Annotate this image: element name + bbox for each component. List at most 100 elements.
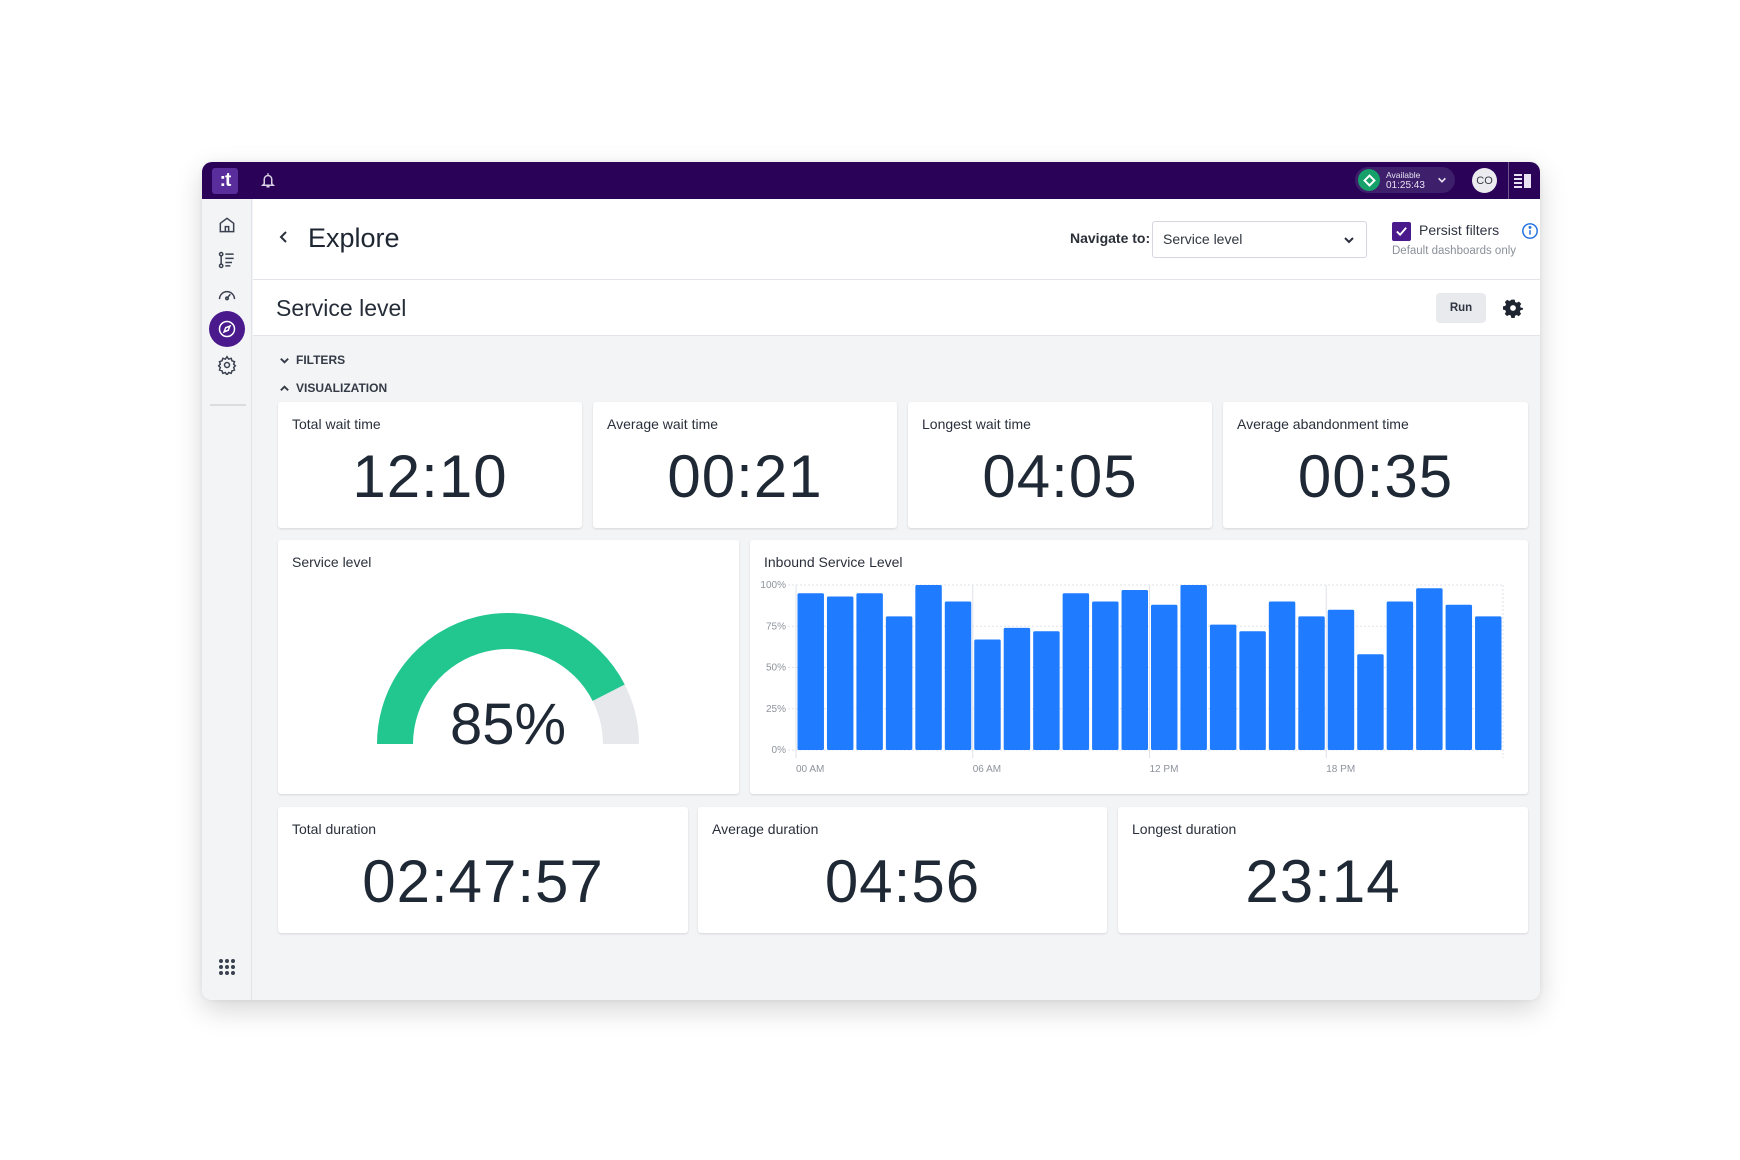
metric-value: 00:21	[667, 443, 823, 510]
bar[interactable]	[856, 593, 883, 750]
bar-chart: 0% 25% 50% 75% 100% 00 AM 06 AM 12 PM 18 PM	[760, 580, 1504, 775]
bar[interactable]	[1092, 601, 1119, 751]
back-arrow-icon[interactable]	[276, 229, 292, 245]
avatar[interactable]: CO	[1472, 168, 1497, 193]
bar[interactable]	[974, 639, 1001, 750]
app-window: :t Available 01:25:43 CO Explore Navigat…	[202, 162, 1540, 1000]
bar[interactable]	[1151, 604, 1178, 750]
metric-card-average-duration: Average duration 04:56	[698, 807, 1107, 933]
bar[interactable]	[1357, 654, 1384, 750]
filters-toggle[interactable]: FILTERS	[279, 353, 345, 367]
report-content: FILTERS VISUALIZATION Total wait time 12…	[253, 336, 1540, 1000]
metric-card-total-duration: Total duration 02:47:57	[278, 807, 688, 933]
divider	[1508, 162, 1509, 199]
gear-icon	[217, 355, 237, 375]
persist-filters-label: Persist filters	[1419, 222, 1500, 238]
bar[interactable]	[1062, 593, 1090, 750]
y-tick-label: 100%	[760, 580, 786, 591]
report-title: Service level	[276, 295, 407, 321]
bar-chart-card: Inbound Service Level 0% 25% 50% 75% 100% 00 …	[750, 540, 1528, 794]
bar[interactable]	[1386, 601, 1414, 751]
run-button[interactable]: Run	[1436, 293, 1486, 323]
bar[interactable]	[1033, 631, 1060, 750]
gauge-icon	[218, 290, 236, 301]
visualization-label: VISUALIZATION	[296, 381, 388, 395]
chevron-down-icon	[280, 357, 289, 364]
metric-card-total-wait: Total wait time 12:10	[278, 402, 582, 528]
gauge-value: 85%	[450, 692, 566, 757]
bar[interactable]	[1239, 631, 1266, 750]
status-label: Available	[1386, 169, 1421, 180]
x-tick-label: 12 PM	[1150, 764, 1179, 775]
gauge-card: Service level 85%	[278, 540, 739, 794]
bar[interactable]	[1268, 601, 1296, 751]
bar[interactable]	[1121, 589, 1148, 750]
x-tick-label: 18 PM	[1326, 764, 1355, 775]
metric-label: Longest wait time	[922, 416, 1031, 432]
metric-value: 00:35	[1297, 443, 1454, 510]
sidebar-item-dashboard[interactable]	[209, 277, 245, 313]
page-header: Explore Navigate to: Service level Persi…	[253, 199, 1540, 280]
bar[interactable]	[885, 616, 913, 750]
metric-label: Total wait time	[292, 416, 381, 432]
metric-card-average-wait: Average wait time 00:21	[593, 402, 897, 528]
persist-filters-hint: Default dashboards only	[1392, 245, 1517, 257]
info-icon[interactable]	[1521, 222, 1539, 240]
bar[interactable]	[1298, 616, 1325, 750]
bar[interactable]	[1327, 609, 1355, 750]
status-indicator-icon	[1358, 169, 1380, 191]
x-tick-label: 06 AM	[973, 764, 1001, 775]
metric-label: Longest duration	[1132, 821, 1237, 837]
navigate-select[interactable]: Service level	[1152, 221, 1367, 258]
sidebar-item-settings[interactable]	[209, 347, 245, 383]
list-icon	[218, 251, 234, 269]
bar[interactable]	[1180, 585, 1207, 750]
bar[interactable]	[1445, 604, 1473, 750]
bar[interactable]	[944, 601, 972, 751]
y-tick-label: 50%	[766, 663, 786, 674]
chevron-up-icon	[280, 384, 289, 391]
bar[interactable]	[797, 593, 824, 750]
sidebar-item-queues[interactable]	[209, 242, 245, 278]
visualization-toggle[interactable]: VISUALIZATION	[279, 381, 387, 395]
bar[interactable]	[1003, 627, 1031, 750]
gear-icon[interactable]	[1503, 298, 1523, 318]
y-tick-label: 25%	[766, 704, 786, 715]
sidebar	[202, 199, 252, 1000]
report-header: Service level Run	[253, 280, 1540, 336]
persist-filters-checkbox[interactable]	[1392, 222, 1411, 241]
status-timer: 01:25:43	[1386, 179, 1425, 191]
navigate-select-value: Service level	[1163, 231, 1243, 247]
bar[interactable]	[1475, 616, 1502, 750]
metric-card-average-abandonment: Average abandonment time 00:35	[1223, 402, 1528, 528]
bar[interactable]	[915, 585, 942, 750]
metric-label: Total duration	[292, 821, 377, 837]
metric-value: 23:14	[1245, 848, 1401, 915]
chevron-down-icon	[1344, 237, 1354, 244]
bell-icon[interactable]	[259, 171, 277, 189]
metric-label: Average duration	[712, 821, 819, 837]
metric-value: 02:47:57	[362, 848, 604, 915]
compass-icon	[218, 320, 236, 338]
grid-icon[interactable]	[217, 957, 237, 977]
bar[interactable]	[826, 596, 854, 750]
metric-card-longest-duration: Longest duration 23:14	[1118, 807, 1528, 933]
sidebar-item-home[interactable]	[209, 207, 245, 243]
side-panel-toggle-icon[interactable]	[1514, 173, 1532, 189]
app-logo[interactable]: :t	[212, 168, 238, 194]
metric-value: 04:56	[824, 848, 981, 915]
metric-label: Average abandonment time	[1237, 416, 1409, 432]
availability-status[interactable]: Available 01:25:43	[1355, 167, 1455, 193]
metric-value: 04:05	[982, 443, 1138, 510]
metric-label: Average wait time	[607, 416, 719, 432]
metric-card-longest-wait: Longest wait time 04:05	[908, 402, 1212, 528]
gauge-chart: 85%	[377, 613, 639, 757]
y-tick-label: 0%	[772, 745, 787, 756]
bar[interactable]	[1209, 624, 1237, 750]
filters-label: FILTERS	[296, 353, 346, 367]
sidebar-item-explore[interactable]	[209, 311, 245, 347]
sidebar-divider	[210, 404, 246, 406]
bar[interactable]	[1416, 588, 1443, 750]
metric-value: 12:10	[352, 443, 508, 510]
y-tick-label: 75%	[766, 621, 786, 632]
